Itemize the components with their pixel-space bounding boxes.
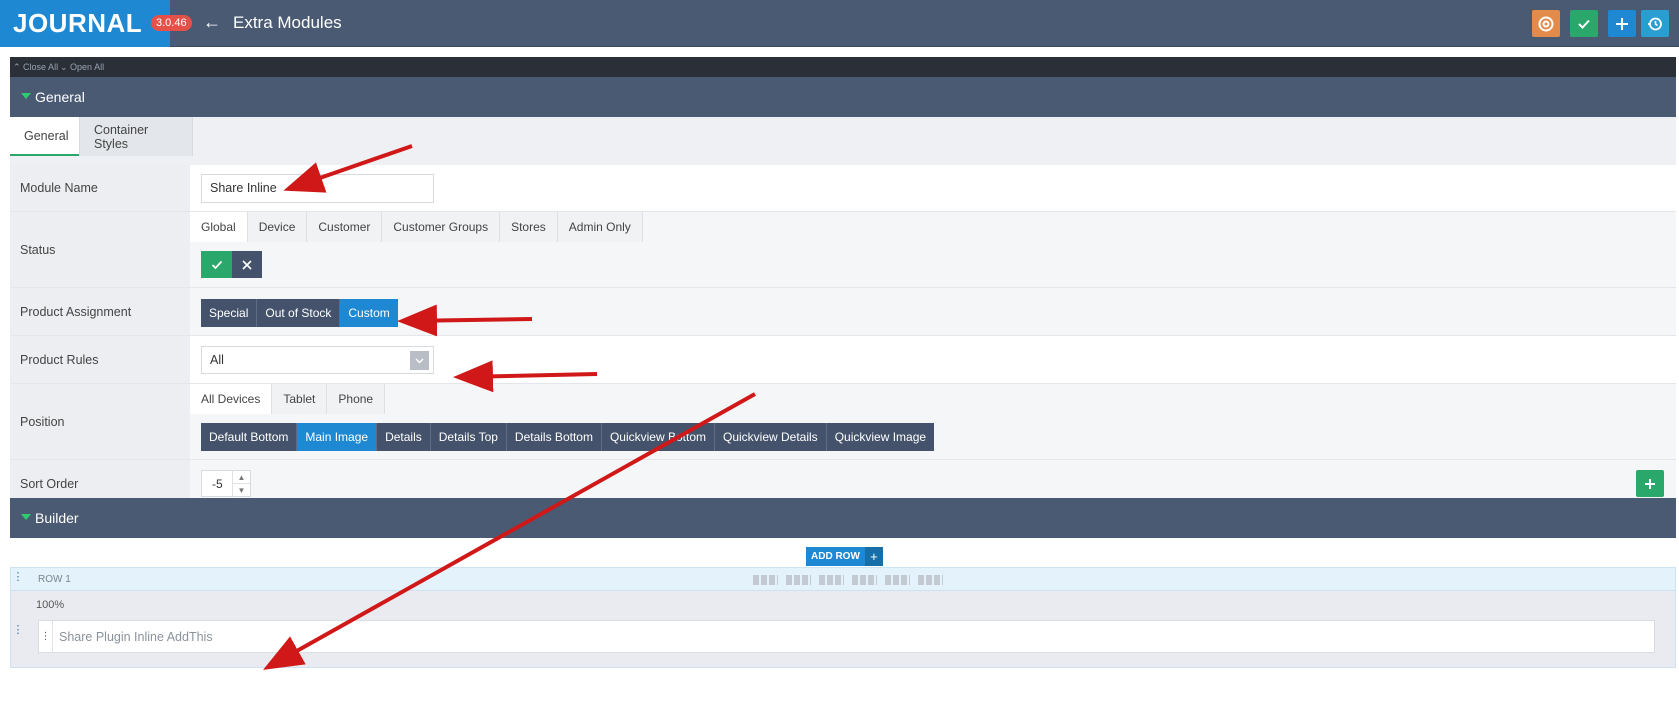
product-rules-row: Product Rules All <box>10 336 1676 384</box>
module-name-label: Module Name <box>10 165 190 211</box>
product-assignment-options: Special Out of Stock Custom <box>201 299 398 327</box>
product-rules-label: Product Rules <box>10 336 190 383</box>
position-details-top-button[interactable]: Details Top <box>430 423 507 451</box>
position-details-bottom-button[interactable]: Details Bottom <box>506 423 602 451</box>
layout-icon[interactable] <box>819 575 844 585</box>
status-tab-admin-only[interactable]: Admin Only <box>557 212 643 242</box>
status-on-check-icon[interactable] <box>201 251 232 278</box>
position-tabs: All Devices Tablet Phone <box>190 384 386 414</box>
module-drag-handle-icon[interactable]: ⋮ <box>39 621 53 652</box>
product-assignment-label: Product Assignment <box>10 288 190 335</box>
position-control: All Devices Tablet Phone Default Bottom … <box>190 384 1676 459</box>
chevron-down-icon <box>410 351 429 370</box>
assignment-out-of-stock-button[interactable]: Out of Stock <box>257 299 341 327</box>
product-rules-select[interactable]: All <box>201 346 434 374</box>
main-tabs: General Container Styles <box>10 117 1676 156</box>
layout-icon[interactable] <box>786 575 811 585</box>
builder-module[interactable]: ⋮ Share Plugin Inline AddThis <box>38 620 1655 653</box>
check-icon[interactable] <box>1570 10 1598 37</box>
module-name-row: Module Name Share Inline <box>10 165 1676 212</box>
page-title: Extra Modules <box>233 13 342 32</box>
section-builder-label: Builder <box>35 510 79 526</box>
builder-area: ADD ROW + ⋮ ROW 1 ⋮ 100% ⋮ Share Plugin … <box>10 538 1676 715</box>
module-name-control: Share Inline <box>190 165 1676 211</box>
logo-text: JOURNAL <box>13 8 143 38</box>
assignment-custom-button[interactable]: Custom <box>340 299 398 327</box>
position-quickview-details-button[interactable]: Quickview Details <box>714 423 827 451</box>
column-drag-handle-icon[interactable]: ⋮ <box>11 625 25 636</box>
status-row: Status Global Device Customer Customer G… <box>10 212 1676 288</box>
column-width: 100% <box>36 599 65 611</box>
section-builder-header[interactable]: Builder <box>10 498 1676 538</box>
position-main-image-button[interactable]: Main Image <box>297 423 378 451</box>
caret-down-icon <box>21 514 31 520</box>
status-label: Status <box>10 212 190 287</box>
version-badge: 3.0.46 <box>151 15 192 31</box>
stepper-down-icon[interactable]: ▼ <box>232 484 250 497</box>
status-toggle <box>201 251 262 278</box>
sort-order-value: -5 <box>212 477 223 491</box>
position-details-button[interactable]: Details <box>377 423 431 451</box>
collapse-strip: ⌃ Close All ⌄ Open All <box>10 57 1676 77</box>
row-drag-handle-icon[interactable]: ⋮ <box>11 572 25 583</box>
section-general-label: General <box>35 89 85 105</box>
logo[interactable]: JOURNAL 3.0.46 <box>0 0 192 47</box>
tab-general[interactable]: General <box>10 117 79 156</box>
plus-icon[interactable] <box>1608 10 1636 37</box>
status-tab-device[interactable]: Device <box>247 212 308 242</box>
position-options: Default Bottom Main Image Details Detail… <box>201 423 935 451</box>
status-control: Global Device Customer Customer Groups S… <box>190 212 1676 287</box>
position-label: Position <box>10 384 190 459</box>
add-row-button[interactable]: ADD ROW + <box>806 547 883 566</box>
tab-container-styles[interactable]: Container Styles <box>79 117 193 156</box>
status-off-close-icon[interactable] <box>232 251 262 278</box>
product-rules-value: All <box>210 353 224 367</box>
close-all-link[interactable]: ⌃ Close All <box>13 62 58 73</box>
status-tab-stores[interactable]: Stores <box>500 212 558 242</box>
status-tab-customer[interactable]: Customer <box>307 212 383 242</box>
status-tabs: Global Device Customer Customer Groups S… <box>190 212 643 242</box>
history-icon[interactable] <box>1641 10 1669 37</box>
module-title: Share Plugin Inline AddThis <box>59 630 213 644</box>
sort-order-stepper[interactable]: -5 ▲ ▼ <box>201 470 251 497</box>
add-item-plus-icon[interactable] <box>1636 470 1664 497</box>
module-panel: ⌃ Close All ⌄ Open All General General C… <box>10 57 1676 715</box>
row-label: ROW 1 <box>38 574 71 585</box>
add-row-plus-icon: + <box>864 547 883 566</box>
top-bar: JOURNAL 3.0.46 ← Extra Modules <box>0 0 1679 47</box>
module-name-input[interactable]: Share Inline <box>201 174 434 203</box>
layout-icon[interactable] <box>918 575 943 585</box>
product-rules-control: All <box>190 336 1676 383</box>
row-header: ⋮ ROW 1 <box>11 568 1675 591</box>
layout-icon[interactable] <box>852 575 877 585</box>
position-row: Position All Devices Tablet Phone Defaul… <box>10 384 1676 460</box>
position-default-bottom-button[interactable]: Default Bottom <box>201 423 298 451</box>
position-tab-tablet[interactable]: Tablet <box>272 384 328 414</box>
open-all-link[interactable]: ⌄ Open All <box>60 62 104 73</box>
back-arrow-icon[interactable]: ← <box>203 12 221 33</box>
status-tab-customer-groups[interactable]: Customer Groups <box>382 212 501 242</box>
layout-icon[interactable] <box>885 575 910 585</box>
builder-row: ⋮ ROW 1 ⋮ 100% ⋮ Share Plugin Inline Add… <box>10 567 1676 668</box>
layout-icon[interactable] <box>753 575 778 585</box>
add-row-label: ADD ROW <box>806 547 865 566</box>
stepper-up-icon[interactable]: ▲ <box>232 471 250 484</box>
status-tab-global[interactable]: Global <box>190 212 248 242</box>
assignment-special-button[interactable]: Special <box>201 299 258 327</box>
position-quickview-bottom-button[interactable]: Quickview Bottom <box>601 423 715 451</box>
position-tab-all-devices[interactable]: All Devices <box>190 384 273 414</box>
section-general-header[interactable]: General <box>10 77 1676 117</box>
header-gap <box>0 47 1679 57</box>
general-form: Module Name Share Inline Status Global D… <box>10 165 1676 533</box>
lifebuoy-icon[interactable] <box>1532 10 1560 37</box>
product-assignment-control: Special Out of Stock Custom <box>190 288 1676 335</box>
caret-down-icon <box>21 93 31 99</box>
position-quickview-image-button[interactable]: Quickview Image <box>826 423 935 451</box>
position-tab-phone[interactable]: Phone <box>327 384 386 414</box>
row-layout-icons <box>753 575 943 585</box>
product-assignment-row: Product Assignment Special Out of Stock … <box>10 288 1676 336</box>
